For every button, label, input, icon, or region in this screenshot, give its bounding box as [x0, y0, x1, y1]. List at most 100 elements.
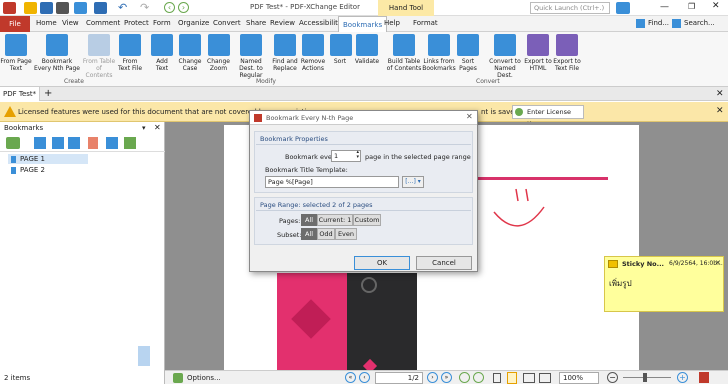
menu-organize[interactable]: Organize	[178, 19, 209, 27]
restore-button[interactable]: ❐	[688, 2, 695, 11]
menu-home[interactable]: Home	[36, 19, 57, 27]
list-item[interactable]: PAGE 1	[8, 154, 88, 164]
title-template-input[interactable]: Page %[Page]	[265, 176, 399, 188]
sort-pages-button[interactable]: Sort Pages	[456, 34, 480, 72]
ok-button[interactable]: OK	[354, 256, 410, 270]
menu-search[interactable]: Search...	[684, 19, 715, 27]
export-to-html-button[interactable]: Export to HTML	[524, 34, 552, 72]
last-page-icon[interactable]: »	[441, 372, 452, 383]
export-to-text-file-button[interactable]: Export to Text File	[552, 34, 582, 72]
prev-page-icon[interactable]: ‹	[359, 372, 370, 383]
find-and-replace-button[interactable]: Find and Replace	[271, 34, 299, 72]
quick-launch-input[interactable]: Quick Launch (Ctrl+.)	[530, 2, 610, 14]
forward-icon[interactable]: ›	[178, 2, 189, 13]
smiley-drawing[interactable]	[484, 187, 564, 247]
save-icon[interactable]	[40, 2, 53, 14]
sort-button[interactable]: Sort	[330, 34, 352, 65]
menu-accessibility[interactable]: Accessibility	[299, 19, 342, 27]
first-page-icon[interactable]: «	[345, 372, 356, 383]
from-page-text-button[interactable]: From Page Text	[0, 34, 32, 72]
menu-convert[interactable]: Convert	[213, 19, 241, 27]
from-text-file-button[interactable]: From Text File	[116, 34, 144, 72]
subset-even-option[interactable]: Even	[335, 228, 357, 240]
menu-form[interactable]: Form	[153, 19, 171, 27]
next-page-icon[interactable]: ›	[427, 372, 438, 383]
close-all-icon[interactable]: ✕	[716, 87, 724, 101]
menu-protect[interactable]: Protect	[124, 19, 149, 27]
add-child-bookmark-icon[interactable]	[52, 137, 64, 149]
zoom-slider-thumb[interactable]	[643, 373, 647, 382]
back-icon[interactable]: ‹	[164, 2, 175, 13]
from-table-of-contents-button[interactable]: From Table of Contents	[82, 34, 116, 79]
add-sibling-icon[interactable]	[68, 137, 80, 149]
continuous-page-icon[interactable]	[507, 372, 517, 384]
delete-icon[interactable]	[88, 137, 98, 149]
sticky-note-popup[interactable]: Sticky No... 6/9/2564, 16:0b... ✕ เพิ่มร…	[604, 256, 724, 312]
menu-comment[interactable]: Comment	[86, 19, 120, 27]
scan-icon[interactable]	[94, 2, 107, 14]
dialog-close-icon[interactable]: ✕	[466, 112, 473, 121]
options-icon[interactable]	[6, 137, 20, 149]
print-icon[interactable]	[56, 2, 69, 14]
options-button[interactable]: Options...	[187, 374, 221, 382]
back-view-icon[interactable]	[459, 372, 470, 383]
menu-find[interactable]: Find...	[648, 19, 669, 27]
warning-close-icon[interactable]: ✕	[716, 106, 724, 116]
zoom-slider-track[interactable]	[623, 377, 671, 378]
enter-license-key-button[interactable]: Enter License Key...	[512, 105, 584, 128]
account-icon[interactable]	[616, 2, 630, 14]
zoom-out-icon[interactable]: −	[607, 372, 618, 383]
spin-arrows-icon[interactable]: ▴ ▾	[356, 150, 359, 160]
pages-custom-option[interactable]: Custom	[353, 214, 381, 226]
properties-icon[interactable]	[106, 137, 118, 149]
cancel-button[interactable]: Cancel	[416, 256, 472, 270]
close-button[interactable]: ✕	[712, 1, 720, 11]
subset-odd-option[interactable]: Odd	[317, 228, 335, 240]
options-gear-icon[interactable]	[173, 373, 183, 383]
named-dest-to-regular-button[interactable]: Named Dest. to Regular	[232, 34, 270, 79]
minimize-button[interactable]: —	[660, 2, 669, 12]
insert-macro-button[interactable]: […] ▾	[402, 176, 424, 188]
redo-icon[interactable]: ↷	[140, 1, 149, 14]
convert-to-named-dest-button[interactable]: Convert to Named Dest.	[486, 34, 524, 79]
bookmark-every-stepper[interactable]: 1 ▴ ▾	[331, 150, 361, 162]
build-table-of-contents-button[interactable]: Build Table of Contents	[386, 34, 422, 72]
sticky-note-text[interactable]: เพิ่มรูป	[609, 277, 632, 290]
menu-view[interactable]: View	[62, 19, 79, 27]
subset-all-option[interactable]: All	[301, 228, 317, 240]
expand-icon[interactable]	[124, 137, 136, 149]
sticky-close-icon[interactable]: ✕	[715, 259, 721, 267]
undo-icon[interactable]: ↶	[118, 1, 127, 14]
validate-button[interactable]: Validate	[354, 34, 380, 65]
line-annotation[interactable]	[478, 177, 608, 180]
zoom-in-icon[interactable]: +	[677, 372, 688, 383]
panel-close-icon[interactable]: ✕	[154, 123, 161, 132]
new-tab-button[interactable]: +	[44, 87, 52, 100]
zoom-select[interactable]: 100%	[559, 372, 599, 384]
add-bookmark-icon[interactable]	[34, 137, 46, 149]
panel-menu-icon[interactable]: ▾	[142, 124, 146, 132]
change-case-button[interactable]: Change Case	[176, 34, 204, 72]
menu-bookmarks[interactable]: Bookmarks	[338, 16, 388, 32]
open-icon[interactable]	[24, 2, 37, 14]
single-page-icon[interactable]	[493, 373, 501, 383]
menu-help[interactable]: Help	[384, 19, 400, 27]
email-icon[interactable]	[74, 2, 87, 14]
menu-share[interactable]: Share	[246, 19, 266, 27]
menu-review[interactable]: Review	[270, 19, 295, 27]
change-zoom-button[interactable]: Change Zoom	[205, 34, 232, 72]
links-from-bookmarks-button[interactable]: Links from Bookmarks	[422, 34, 456, 72]
page-number-input[interactable]: 1/2	[375, 372, 423, 384]
menu-format[interactable]: Format	[413, 19, 438, 27]
bookmark-every-nth-page-button[interactable]: Bookmark Every Nth Page	[33, 34, 81, 72]
menu-file[interactable]: File	[0, 16, 30, 32]
pages-current-option[interactable]: Current: 1	[317, 214, 353, 226]
facing-pages-icon[interactable]	[523, 373, 535, 383]
list-item[interactable]: PAGE 2	[8, 165, 88, 175]
tab-pdf-test[interactable]: PDF Test* ✕	[0, 87, 40, 112]
forward-view-icon[interactable]	[473, 372, 484, 383]
pages-all-option[interactable]: All	[301, 214, 317, 226]
add-text-button[interactable]: Add Text	[150, 34, 174, 72]
remove-actions-button[interactable]: Remove Actions	[299, 34, 327, 72]
facing-continuous-icon[interactable]	[539, 373, 551, 383]
